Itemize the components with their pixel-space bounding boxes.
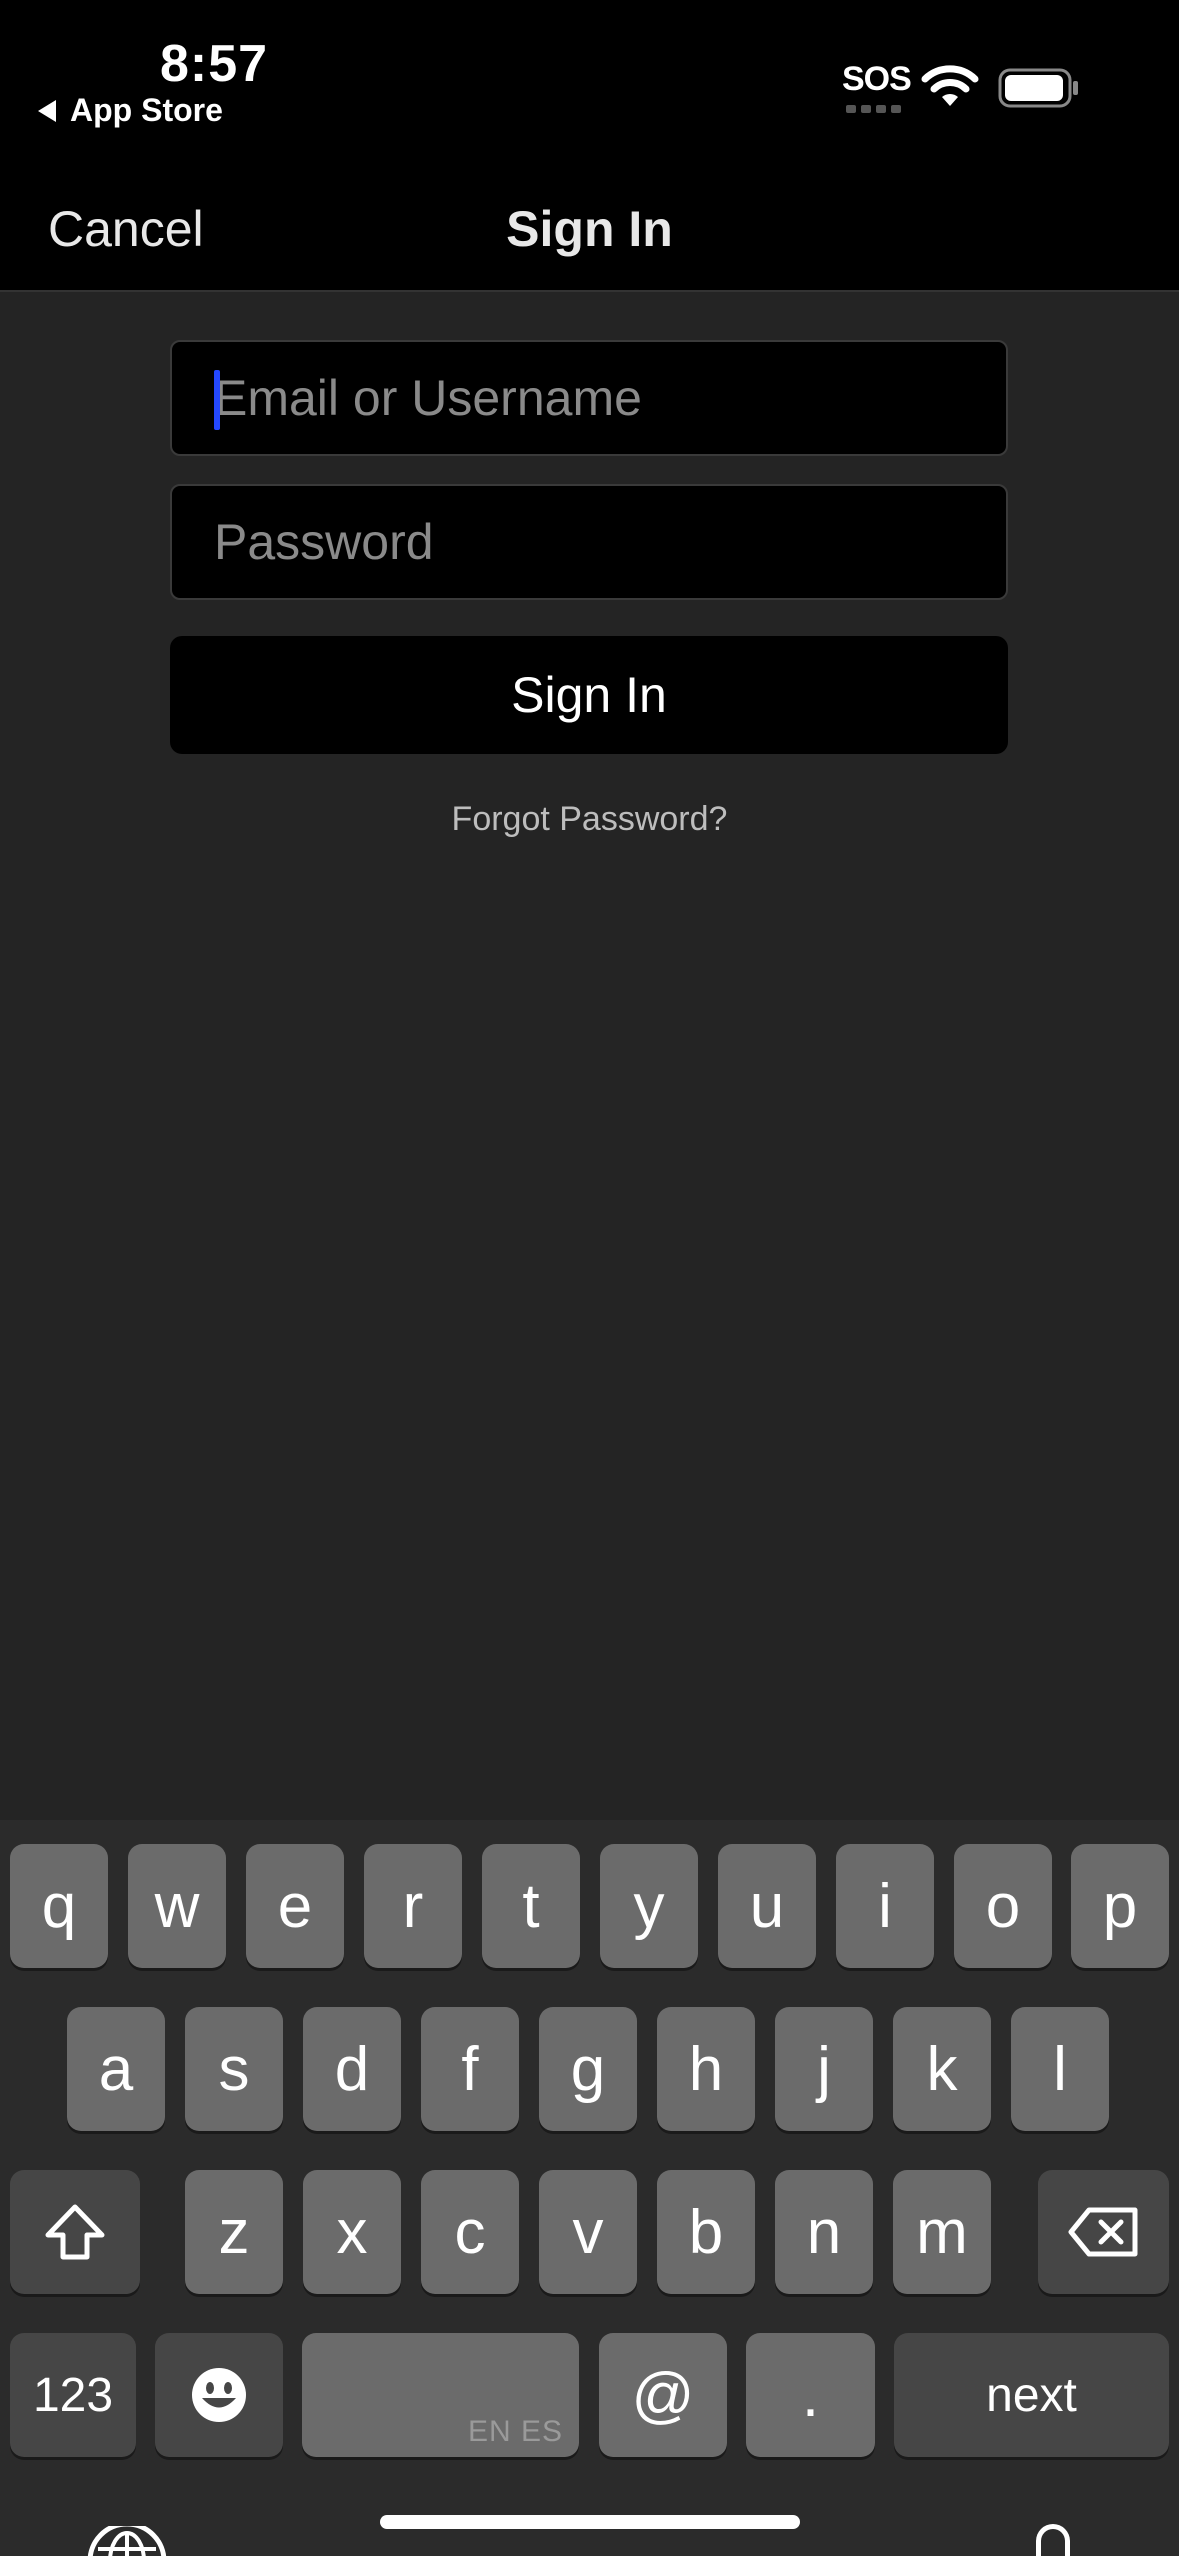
emoji-key[interactable]: [155, 2333, 283, 2457]
key-f[interactable]: f: [421, 2007, 519, 2131]
key-v[interactable]: v: [539, 2170, 637, 2294]
key-l[interactable]: l: [1011, 2007, 1109, 2131]
key-c[interactable]: c: [421, 2170, 519, 2294]
key-z[interactable]: z: [185, 2170, 283, 2294]
home-indicator[interactable]: [380, 2515, 800, 2529]
key-b[interactable]: b: [657, 2170, 755, 2294]
key-h[interactable]: h: [657, 2007, 755, 2131]
status-time: 8:57: [160, 35, 269, 93]
backspace-icon: [1068, 2207, 1137, 2257]
key-a[interactable]: a: [67, 2007, 165, 2131]
microphone-icon[interactable]: [1036, 2524, 1070, 2556]
status-bar: 8:57 App Store SOS: [0, 0, 1179, 170]
key-r[interactable]: r: [364, 1844, 462, 1968]
key-w[interactable]: w: [128, 1844, 226, 1968]
key-p[interactable]: p: [1071, 1844, 1169, 1968]
key-j[interactable]: j: [775, 2007, 873, 2131]
space-language-label: EN ES: [467, 2415, 563, 2448]
sign-in-button[interactable]: Sign In: [170, 636, 1008, 754]
email-input[interactable]: [172, 342, 1006, 454]
forgot-password-link[interactable]: Forgot Password?: [0, 800, 1179, 839]
back-app-label: App Store: [70, 92, 223, 128]
key-d[interactable]: d: [303, 2007, 401, 2131]
battery-icon: [998, 68, 1078, 108]
key-y[interactable]: y: [600, 1844, 698, 1968]
password-field-container: [170, 484, 1008, 600]
email-field-container: [170, 340, 1008, 456]
backspace-key[interactable]: [1038, 2170, 1169, 2294]
key-i[interactable]: i: [836, 1844, 934, 1968]
key-q[interactable]: q: [10, 1844, 108, 1968]
signal-dots-icon: [846, 105, 901, 113]
numbers-key[interactable]: 123: [10, 2333, 136, 2457]
globe-icon[interactable]: [84, 2526, 170, 2556]
at-key[interactable]: @: [599, 2333, 727, 2457]
back-triangle-icon: [38, 99, 56, 122]
next-key[interactable]: next: [894, 2333, 1169, 2457]
shift-key[interactable]: [10, 2170, 140, 2294]
dot-key[interactable]: .: [746, 2333, 875, 2457]
key-x[interactable]: x: [303, 2170, 401, 2294]
carrier-sos: SOS: [842, 60, 912, 98]
space-key[interactable]: EN ES: [302, 2333, 579, 2457]
key-s[interactable]: s: [185, 2007, 283, 2131]
key-k[interactable]: k: [893, 2007, 991, 2131]
text-caret: [214, 370, 220, 430]
key-n[interactable]: n: [775, 2170, 873, 2294]
emoji-icon: [192, 2368, 246, 2422]
keyboard: q w e r t y u i o p a s d f g h j k l z …: [0, 1820, 1179, 2556]
password-input[interactable]: [172, 486, 1006, 598]
key-u[interactable]: u: [718, 1844, 816, 1968]
wifi-icon: [921, 65, 979, 106]
back-to-app-button[interactable]: App Store: [38, 92, 223, 129]
key-t[interactable]: t: [482, 1844, 580, 1968]
key-m[interactable]: m: [893, 2170, 991, 2294]
shift-icon: [45, 2204, 105, 2260]
page-title: Sign In: [506, 201, 673, 257]
key-e[interactable]: e: [246, 1844, 344, 1968]
key-o[interactable]: o: [954, 1844, 1052, 1968]
nav-bar: Cancel Sign In: [0, 170, 1179, 292]
key-g[interactable]: g: [539, 2007, 637, 2131]
